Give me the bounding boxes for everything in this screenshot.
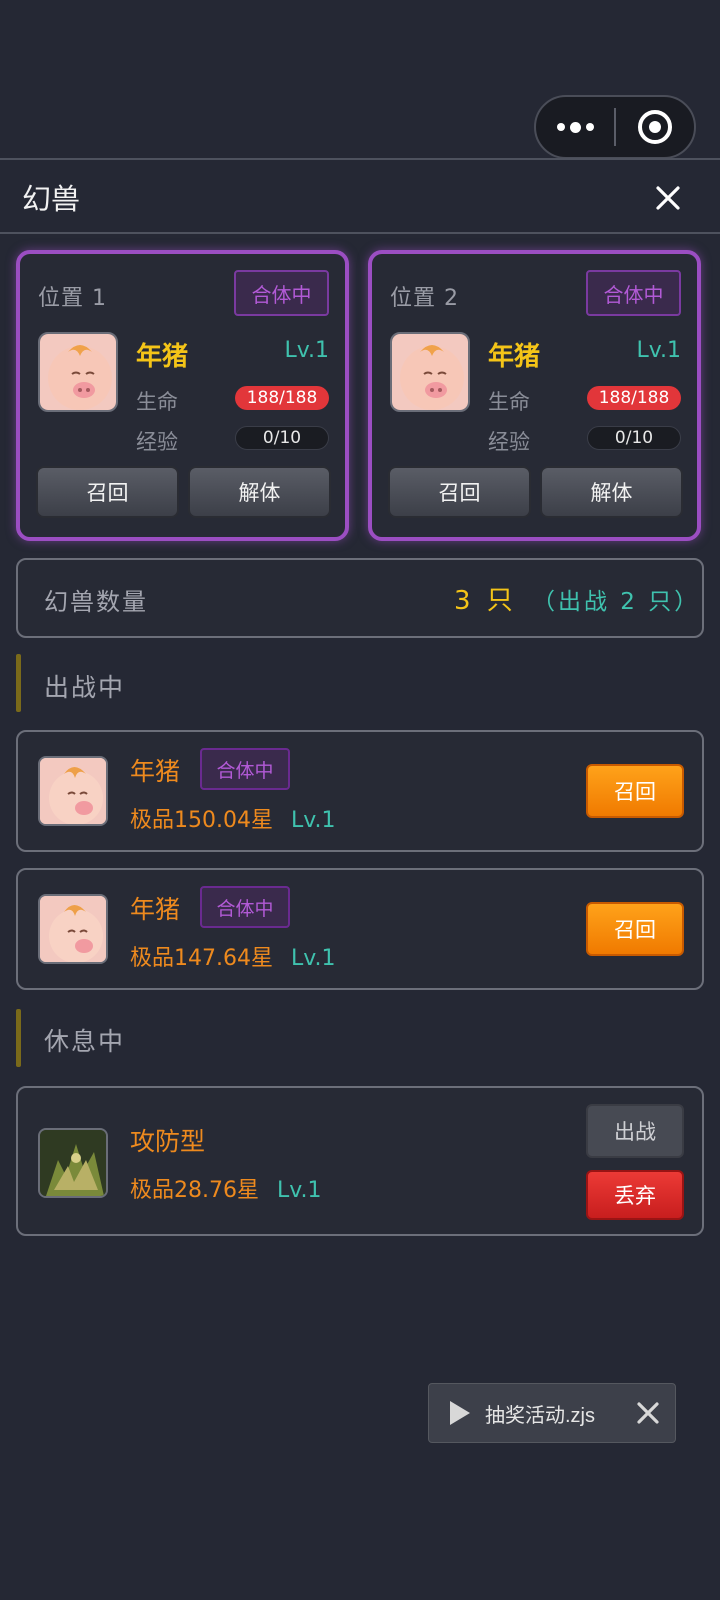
pig-avatar-icon [38, 756, 108, 826]
exp-label: 经验 [488, 430, 530, 454]
discard-button[interactable]: 丢弃 [586, 1170, 684, 1220]
hp-bar: 188/188 [587, 386, 681, 410]
play-icon [435, 1399, 485, 1427]
fused-badge: 合体中 [200, 748, 290, 790]
recall-button[interactable]: 召回 [586, 902, 684, 956]
split-button[interactable]: 解体 [188, 466, 331, 518]
pet-quality-value: 极品147.64星 [130, 946, 273, 971]
pet-level: Lv.1 [290, 808, 336, 833]
section-accent-bar [16, 654, 21, 712]
pet-level: Lv.1 [284, 338, 329, 363]
hp-bar: 188/188 [235, 386, 329, 410]
fused-badge: 合体中 [200, 886, 290, 928]
pet-name: 年猪 [136, 342, 189, 372]
fused-badge: 合体中 [586, 270, 681, 316]
slot-label: 位置 1 [38, 286, 107, 311]
mini-program-capsule [534, 95, 696, 159]
pet-card: 年猪 合体中 极品150.04星 Lv.1 召回 [16, 730, 704, 852]
pig-avatar-icon [390, 332, 470, 412]
pet-card: 年猪 合体中 极品147.64星 Lv.1 召回 [16, 868, 704, 990]
header-top-divider [0, 158, 720, 160]
battle-count: （出战 2 只） [532, 589, 701, 615]
exp-bar: 0/10 [235, 426, 329, 450]
target-icon[interactable] [616, 97, 694, 157]
pet-quality-value: 极品28.76星 [130, 1178, 259, 1203]
pet-name: 年猪 [130, 895, 181, 924]
pet-name: 年猪 [488, 342, 541, 372]
section-title-battle: 出战中 [44, 673, 126, 702]
page-title: 幻兽 [22, 182, 81, 216]
fusion-slot-1: 位置 1 合体中 年猪 Lv.1 生命 188/188 经验 0/10 召回 解… [16, 250, 349, 541]
pet-quality: 极品28.76星 Lv.1 [130, 1172, 322, 1204]
exp-label: 经验 [136, 430, 178, 454]
beast-avatar-icon [38, 1128, 108, 1198]
hp-label: 生命 [488, 390, 530, 414]
hp-label: 生命 [136, 390, 178, 414]
pet-count-value: 3 只 [454, 586, 517, 616]
pet-count-label: 幻兽数量 [44, 588, 148, 616]
pet-quality-value: 极品150.04星 [130, 808, 273, 833]
fused-badge: 合体中 [234, 270, 329, 316]
toast-text: 抽奖活动.zjs [485, 1404, 595, 1427]
more-dots-icon[interactable] [536, 97, 614, 157]
split-button[interactable]: 解体 [540, 466, 683, 518]
deploy-button[interactable]: 出战 [586, 1104, 684, 1158]
header-bottom-divider [0, 232, 720, 234]
pet-level: Lv.1 [276, 1178, 322, 1203]
recall-button[interactable]: 召回 [388, 466, 531, 518]
recall-button[interactable]: 召回 [36, 466, 179, 518]
section-title-rest: 休息中 [44, 1027, 126, 1056]
recall-button[interactable]: 召回 [586, 764, 684, 818]
pet-quality: 极品147.64星 Lv.1 [130, 940, 336, 972]
section-accent-bar [16, 1009, 21, 1067]
pet-name: 攻防型 [130, 1127, 206, 1156]
pet-card: 攻防型 极品28.76星 Lv.1 出战 丢弃 [16, 1086, 704, 1236]
fusion-slot-2: 位置 2 合体中 年猪 Lv.1 生命 188/188 经验 0/10 召回 解… [368, 250, 701, 541]
pet-level: Lv.1 [290, 946, 336, 971]
pet-quality: 极品150.04星 Lv.1 [130, 802, 336, 834]
pet-count-panel: 幻兽数量 3 只 （出战 2 只） [16, 558, 704, 638]
pig-avatar-icon [38, 332, 118, 412]
pet-level: Lv.1 [636, 338, 681, 363]
close-icon[interactable] [650, 180, 686, 216]
close-icon[interactable] [635, 1400, 661, 1426]
slot-label: 位置 2 [390, 286, 459, 311]
pet-name: 年猪 [130, 757, 181, 786]
pig-avatar-icon [38, 894, 108, 964]
activity-toast[interactable]: 抽奖活动.zjs [428, 1383, 676, 1443]
exp-bar: 0/10 [587, 426, 681, 450]
